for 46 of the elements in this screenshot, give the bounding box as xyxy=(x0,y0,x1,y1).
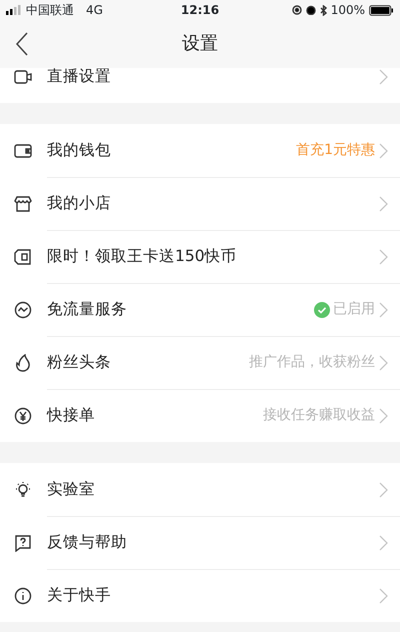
carrier-name: 中国联通 xyxy=(26,2,74,19)
yuan-circle-icon xyxy=(14,406,32,424)
rotation-lock-icon xyxy=(292,5,302,15)
chevron-right-icon xyxy=(379,408,388,424)
back-icon xyxy=(15,32,29,56)
battery-icon xyxy=(369,4,394,16)
chevron-right-icon xyxy=(379,68,388,84)
row-label: 直播设置 xyxy=(47,68,111,87)
battery-percent: 100% xyxy=(330,2,365,19)
row-label: 快接单 xyxy=(47,404,95,426)
camera-icon xyxy=(14,68,32,86)
row-label: 关于快手 xyxy=(47,584,111,606)
row-label: 粉丝头条 xyxy=(47,352,111,373)
check-circle-icon xyxy=(314,302,330,318)
network-type: 4G xyxy=(86,2,103,19)
chevron-right-icon xyxy=(379,482,388,498)
row-detail: 推广作品，收获粉丝 xyxy=(249,353,375,372)
row-label: 免流量服务 xyxy=(47,298,127,320)
signal-icon xyxy=(6,5,22,15)
row-detail: 已启用 xyxy=(333,300,375,319)
chevron-right-icon xyxy=(379,142,388,158)
lightbulb-icon xyxy=(14,480,32,498)
alarm-icon xyxy=(306,5,316,15)
sim-card-icon xyxy=(14,248,32,266)
row-detail: 接收任务赚取收益 xyxy=(263,406,375,425)
bluetooth-icon xyxy=(320,4,327,16)
help-message-icon xyxy=(14,534,32,552)
chevron-right-icon xyxy=(379,588,388,604)
trend-circle-icon xyxy=(14,300,32,318)
chevron-right-icon xyxy=(379,534,388,550)
flame-icon xyxy=(14,354,32,372)
status-time: 12:16 xyxy=(180,2,220,19)
chevron-right-icon xyxy=(379,354,388,370)
chevron-right-icon xyxy=(379,248,388,264)
shop-icon xyxy=(14,194,32,212)
row-label: 我的小店 xyxy=(47,192,111,214)
row-label: 限时！领取王卡送150快币 xyxy=(47,246,237,267)
chevron-right-icon xyxy=(379,302,388,318)
row-label: 我的钱包 xyxy=(47,140,111,161)
chevron-right-icon xyxy=(379,196,388,212)
page-title: 设置 xyxy=(182,33,218,55)
wallet-icon xyxy=(14,142,32,160)
row-label: 实验室 xyxy=(47,478,95,500)
info-icon xyxy=(14,586,32,604)
row-detail: 首充1元特惠 xyxy=(296,141,375,160)
row-label: 反馈与帮助 xyxy=(47,532,127,553)
